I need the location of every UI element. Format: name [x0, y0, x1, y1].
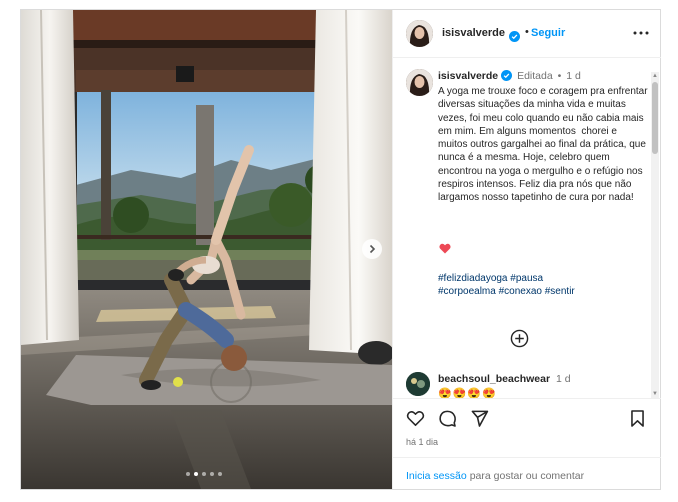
- verified-icon: [509, 31, 520, 42]
- author-avatar[interactable]: [406, 20, 433, 47]
- comment-button[interactable]: [438, 409, 457, 428]
- carousel-dot: [194, 472, 198, 476]
- verified-badge: [506, 27, 520, 45]
- carousel-dot: [202, 472, 206, 476]
- chevron-right-icon: [369, 244, 376, 254]
- login-prompt-text: para gostar ou comentar: [469, 470, 585, 482]
- caption-separator: •: [557, 70, 562, 82]
- comment-age[interactable]: 1 d: [556, 373, 571, 385]
- post-timestamp[interactable]: há 1 dia: [406, 437, 438, 447]
- avatar-image: [406, 372, 430, 396]
- comment-header: beachsoul_beachwear 1 d: [438, 373, 571, 385]
- instagram-post: isisvalverde • Seguir isisvalverde Edita…: [20, 9, 661, 490]
- red-heart-icon: [439, 243, 451, 254]
- scroll-up-arrow-icon[interactable]: ▲: [651, 72, 659, 80]
- login-prompt: Inicia sessão para gostar ou comentar: [393, 457, 661, 490]
- carousel-dot: [210, 472, 214, 476]
- post-actions: há 1 dia Inicia sessão para gostar ou com…: [393, 398, 661, 489]
- scroll-down-arrow-icon[interactable]: ▼: [651, 390, 659, 398]
- comments-scrollbar[interactable]: ▲ ▼: [651, 72, 659, 398]
- caption-age[interactable]: 1 d: [566, 70, 581, 82]
- carousel-dots: [186, 472, 222, 476]
- hashtag-link[interactable]: #corpoealma: [438, 286, 496, 297]
- post-photo[interactable]: [21, 10, 392, 489]
- bookmark-icon: [631, 410, 644, 427]
- send-icon: [471, 410, 489, 427]
- save-button[interactable]: [628, 409, 647, 428]
- hashtag-link[interactable]: #sentir: [545, 286, 575, 297]
- verified-icon: [501, 70, 513, 81]
- caption-avatar[interactable]: [406, 69, 433, 96]
- carousel-dot: [218, 472, 222, 476]
- edited-label: Editada: [517, 70, 553, 82]
- header-separator: •: [525, 26, 529, 38]
- hashtag-link[interactable]: #conexao: [499, 286, 542, 297]
- login-link[interactable]: Inicia sessão: [406, 470, 467, 482]
- caption-header: isisvalverde Editada • 1 d: [438, 70, 581, 82]
- load-more-comments-icon[interactable]: [510, 329, 529, 348]
- comment-icon: [439, 410, 456, 427]
- commenter-username[interactable]: beachsoul_beachwear: [438, 373, 550, 385]
- carousel-dot: [186, 472, 190, 476]
- caption-hashtags: #felizdiadayoga #pausa #corpoealma #cone…: [438, 272, 648, 299]
- heart-icon: [406, 411, 425, 427]
- author-username[interactable]: isisvalverde: [442, 27, 505, 39]
- comment-text: 😍😍😍😍: [438, 388, 497, 398]
- carousel-next-button[interactable]: [362, 239, 382, 259]
- yoga-photo: [21, 10, 392, 489]
- comments-section[interactable]: isisvalverde Editada • 1 d A yoga me tro…: [393, 58, 661, 398]
- like-button[interactable]: [406, 409, 425, 428]
- share-button[interactable]: [470, 409, 489, 428]
- caption-text: A yoga me trouxe foco e coragem pra enfr…: [438, 86, 651, 204]
- hashtag-link[interactable]: #pausa: [510, 273, 543, 284]
- follow-button[interactable]: Seguir: [531, 27, 565, 39]
- commenter-avatar[interactable]: [406, 372, 430, 396]
- avatar-image: [406, 69, 433, 96]
- more-options-icon[interactable]: [632, 26, 650, 40]
- caption-username[interactable]: isisvalverde: [438, 70, 498, 82]
- avatar-image: [406, 20, 433, 47]
- post-header: isisvalverde • Seguir: [393, 10, 661, 58]
- post-side-panel: isisvalverde • Seguir isisvalverde Edita…: [392, 10, 661, 489]
- scrollbar-thumb[interactable]: [652, 82, 658, 154]
- hashtag-link[interactable]: #felizdiadayoga: [438, 273, 508, 284]
